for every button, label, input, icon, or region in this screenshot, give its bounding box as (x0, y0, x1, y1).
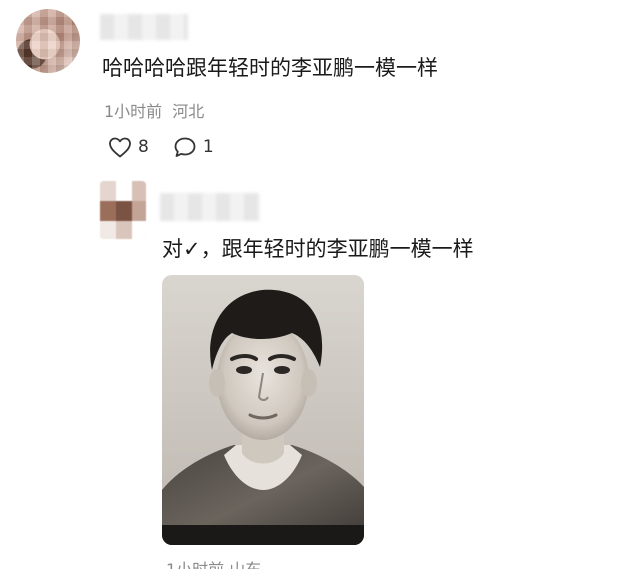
avatar-mosaic-cell (100, 201, 116, 221)
comment-location: 河北 (172, 102, 205, 121)
comment-actions: 8 1 (108, 136, 238, 158)
user-avatar[interactable] (16, 9, 80, 73)
heart-icon (109, 137, 131, 158)
avatar-mosaic (16, 9, 80, 73)
avatar-mosaic-cell (100, 181, 116, 201)
like-count: 8 (138, 137, 149, 157)
speech-bubble-icon (174, 137, 196, 157)
reply-button[interactable]: 1 (173, 136, 214, 158)
like-button[interactable]: 8 (108, 136, 149, 158)
comment-meta: 1小时前 河北 (104, 98, 204, 122)
avatar-mosaic-cell (116, 221, 132, 239)
avatar-mosaic-cell (116, 201, 132, 221)
username-blurred[interactable] (100, 14, 188, 40)
comment-thread: 哈哈哈哈跟年轻时的李亚鹏一模一样 1小时前 河北 8 1 对✓，跟年轻时的李亚鹏一… (0, 0, 640, 569)
comment-text: 哈哈哈哈跟年轻时的李亚鹏一模一样 (102, 56, 438, 80)
avatar-mosaic-cell (132, 201, 146, 221)
avatar-mosaic-cell (116, 181, 132, 201)
avatar-mosaic-cell (132, 221, 146, 239)
reply-username-blurred[interactable] (160, 193, 260, 221)
reply-meta: 1小时前 山东 (166, 556, 261, 569)
comment-time: 1小时前 (104, 102, 163, 121)
reply-photo[interactable] (162, 275, 364, 545)
reply-count: 1 (202, 137, 214, 157)
reply-user-avatar[interactable] (100, 181, 146, 239)
portrait-image (162, 275, 364, 545)
reply-text: 对✓，跟年轻时的李亚鹏一模一样 (162, 237, 474, 261)
avatar-mosaic-cell (100, 221, 116, 239)
